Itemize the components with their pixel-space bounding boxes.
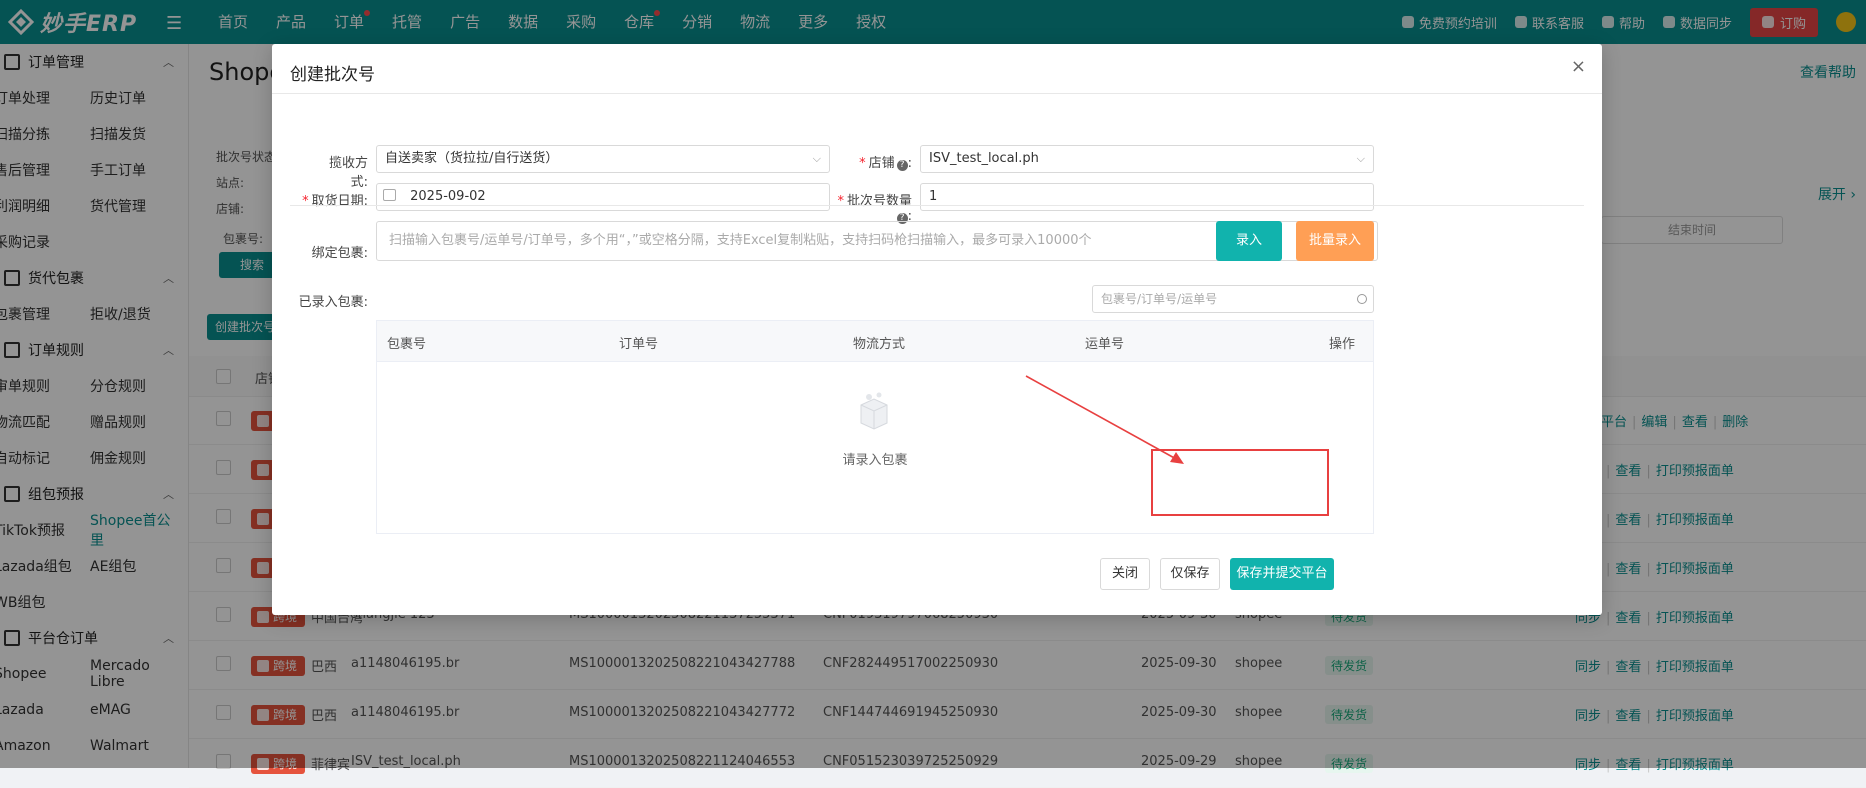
batch-count-input[interactable]: 1 bbox=[920, 183, 1374, 211]
calendar-icon bbox=[383, 189, 396, 201]
col-tracking-no: 运单号 bbox=[1085, 337, 1125, 352]
col-logistics: 物流方式 bbox=[853, 337, 906, 352]
close-icon[interactable]: × bbox=[1571, 56, 1586, 77]
create-batch-modal: 创建批次号 × 揽收方式: 自送卖家（货拉拉/自行送货） ⌵ * 店铺?: ISV… bbox=[272, 44, 1602, 615]
col-order-no: 订单号 bbox=[619, 337, 659, 352]
enter-button[interactable]: 录入 bbox=[1216, 221, 1282, 261]
bind-package-label: 绑定包裹: bbox=[311, 246, 368, 261]
modal-header: 创建批次号 × bbox=[272, 44, 1602, 94]
form-divider bbox=[290, 205, 1584, 206]
annotation-highlight-box bbox=[1151, 449, 1329, 516]
pickup-method-value: 自送卖家（货拉拉/自行送货） bbox=[385, 151, 559, 166]
save-and-submit-button[interactable]: 保存并提交平台 bbox=[1230, 558, 1334, 590]
chevron-down-icon: ⌵ bbox=[812, 152, 821, 165]
entered-table-header: 包裹号 订单号 物流方式 运单号 操作 bbox=[377, 321, 1373, 362]
batch-enter-button[interactable]: 批量录入 bbox=[1296, 221, 1374, 261]
col-ops: 操作 bbox=[1329, 337, 1356, 352]
batch-count-label: * 批次号数量?: bbox=[837, 194, 912, 224]
empty-box-icon bbox=[860, 392, 888, 430]
pickup-date-input[interactable]: 2025-09-02 bbox=[376, 183, 830, 211]
save-only-button[interactable]: 仅保存 bbox=[1160, 558, 1220, 590]
modal-title: 创建批次号 bbox=[290, 65, 375, 85]
pickup-date-label: * 取货日期: bbox=[302, 194, 368, 209]
shop-label: * 店铺?: bbox=[859, 156, 912, 171]
help-icon[interactable]: ? bbox=[896, 160, 908, 171]
pickup-method-label: 揽收方式: bbox=[328, 156, 368, 190]
batch-count-value: 1 bbox=[929, 189, 938, 204]
close-button[interactable]: 关闭 bbox=[1100, 558, 1150, 590]
package-search-placeholder: 包裹号/订单号/运单号 bbox=[1101, 292, 1218, 306]
col-package-no: 包裹号 bbox=[387, 337, 427, 352]
package-search-input[interactable]: 包裹号/订单号/运单号 bbox=[1092, 285, 1374, 313]
chevron-down-icon: ⌵ bbox=[1356, 152, 1365, 165]
entered-packages-label: 已录入包裹: bbox=[298, 295, 368, 310]
search-icon bbox=[1357, 294, 1367, 304]
shop-select[interactable]: ISV_test_local.ph ⌵ bbox=[920, 145, 1374, 173]
pickup-date-value: 2025-09-02 bbox=[410, 189, 486, 204]
pickup-method-select[interactable]: 自送卖家（货拉拉/自行送货） ⌵ bbox=[376, 145, 830, 173]
shop-value: ISV_test_local.ph bbox=[929, 151, 1039, 166]
